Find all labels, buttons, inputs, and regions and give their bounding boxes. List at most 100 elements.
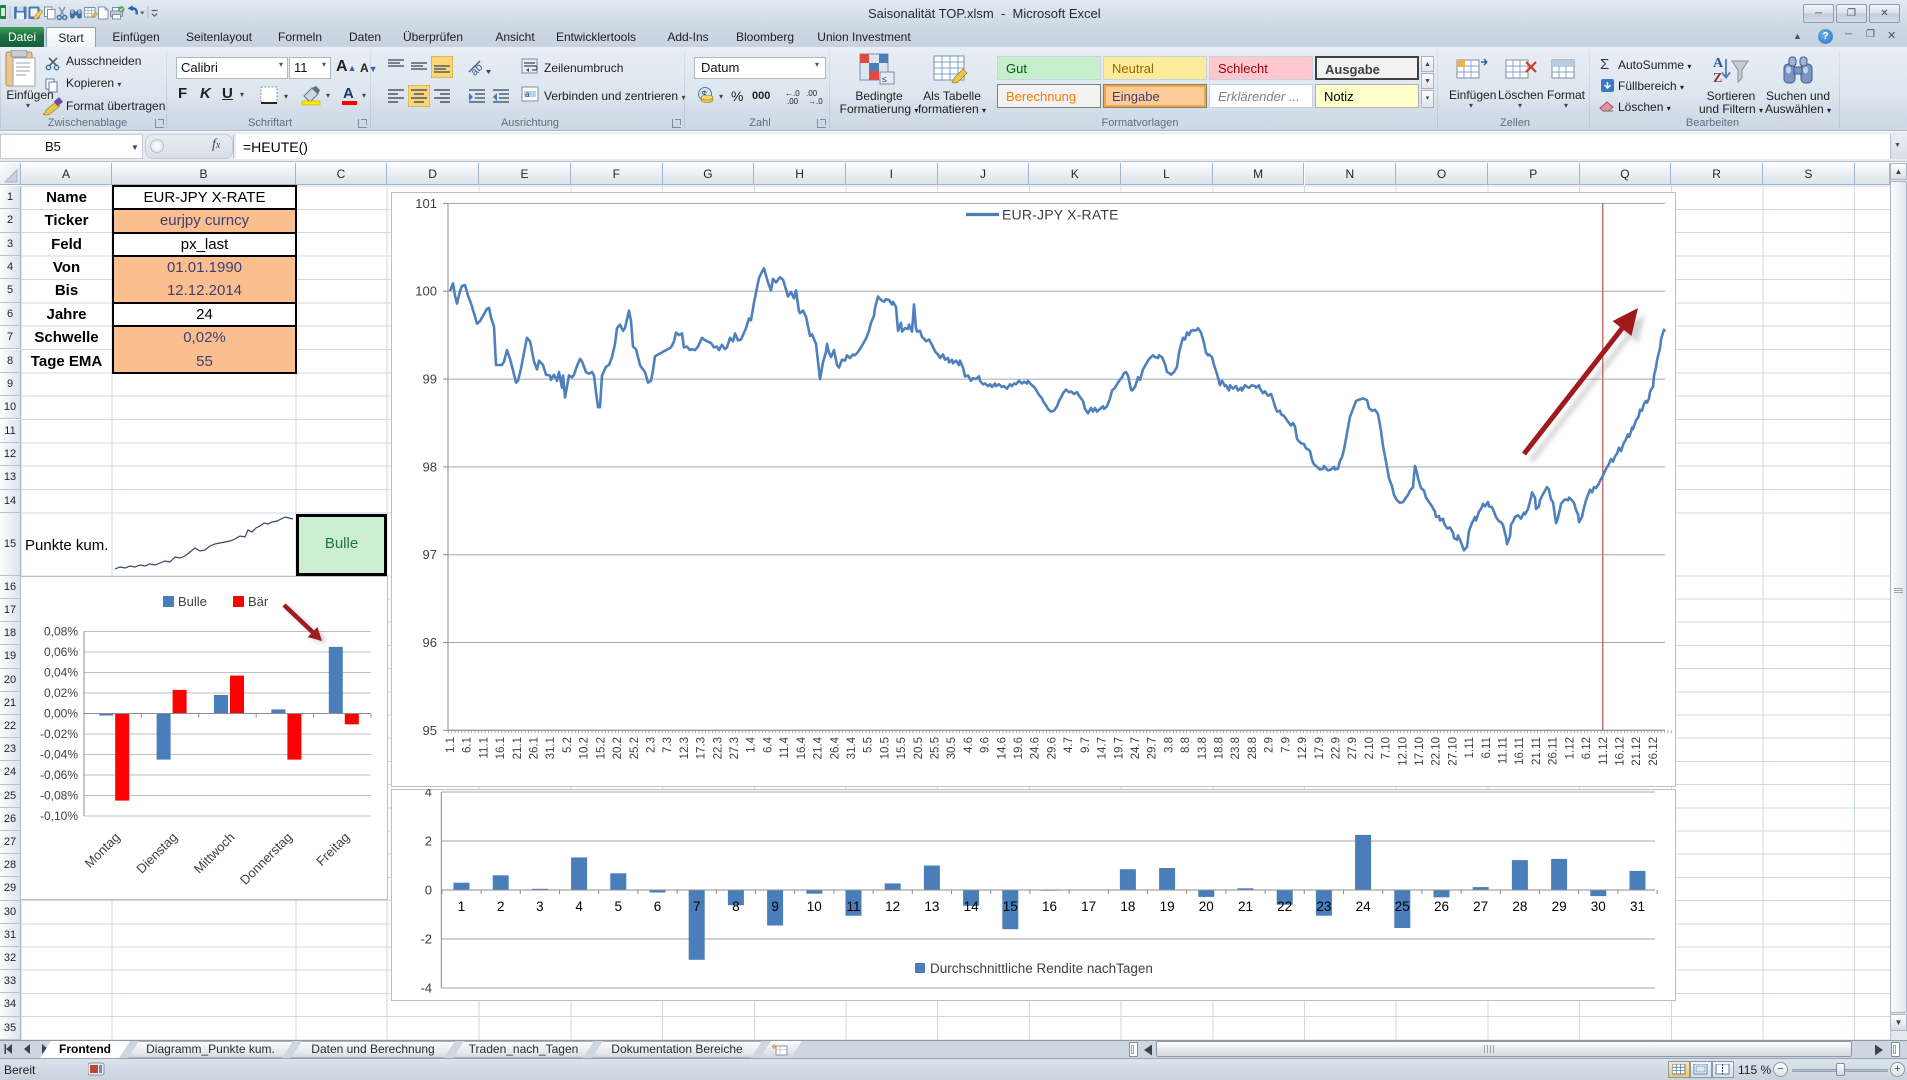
svg-text:14.7: 14.7 bbox=[1097, 737, 1109, 759]
svg-text:17.3: 17.3 bbox=[696, 737, 708, 759]
svg-text:21.1: 21.1 bbox=[512, 737, 524, 759]
svg-text:9: 9 bbox=[771, 899, 779, 914]
svg-text:0,04%: 0,04% bbox=[44, 666, 78, 680]
svg-text:16.1: 16.1 bbox=[495, 737, 507, 759]
svg-text:21.4: 21.4 bbox=[813, 736, 825, 759]
svg-text:27.3: 27.3 bbox=[729, 737, 741, 759]
svg-text:Freitag: Freitag bbox=[313, 830, 352, 869]
svg-text:26.4: 26.4 bbox=[829, 736, 841, 759]
svg-text:1.11: 1.11 bbox=[1464, 737, 1476, 759]
svg-text:12.3: 12.3 bbox=[679, 737, 691, 759]
svg-text:0,06%: 0,06% bbox=[44, 645, 78, 659]
svg-text:24: 24 bbox=[1356, 899, 1372, 914]
svg-text:-0,08%: -0,08% bbox=[40, 789, 78, 803]
svg-text:7.10: 7.10 bbox=[1381, 737, 1393, 759]
svg-text:10.5: 10.5 bbox=[879, 737, 891, 759]
svg-text:-0,06%: -0,06% bbox=[40, 768, 78, 782]
svg-text:21.11: 21.11 bbox=[1531, 737, 1543, 765]
svg-text:9.6: 9.6 bbox=[980, 737, 992, 753]
svg-text:96: 96 bbox=[423, 635, 437, 650]
svg-text:12.10: 12.10 bbox=[1397, 737, 1409, 766]
svg-text:Bär: Bär bbox=[248, 594, 269, 609]
svg-text:15.5: 15.5 bbox=[896, 737, 908, 759]
svg-text:EUR-JPY X-RATE: EUR-JPY X-RATE bbox=[1002, 207, 1119, 223]
svg-text:31.1: 31.1 bbox=[545, 737, 557, 759]
svg-text:99: 99 bbox=[423, 372, 437, 387]
svg-text:12.9: 12.9 bbox=[1297, 737, 1309, 759]
svg-text:13.8: 13.8 bbox=[1197, 737, 1209, 759]
svg-text:Mittwoch: Mittwoch bbox=[191, 830, 238, 877]
svg-text:11.4: 11.4 bbox=[779, 736, 791, 758]
svg-text:95: 95 bbox=[423, 723, 437, 738]
svg-text:Bulle: Bulle bbox=[178, 594, 207, 609]
svg-text:31: 31 bbox=[1630, 899, 1645, 914]
svg-text:19.7: 19.7 bbox=[1113, 737, 1125, 759]
svg-text:22: 22 bbox=[1277, 899, 1292, 914]
svg-text:31.4: 31.4 bbox=[846, 736, 858, 759]
svg-text:16.12: 16.12 bbox=[1615, 737, 1627, 766]
svg-text:29: 29 bbox=[1552, 899, 1567, 914]
svg-text:98: 98 bbox=[423, 459, 437, 474]
svg-text:6.12: 6.12 bbox=[1581, 737, 1593, 759]
svg-text:21: 21 bbox=[1238, 899, 1253, 914]
svg-text:0,02%: 0,02% bbox=[44, 686, 78, 700]
svg-text:29.7: 29.7 bbox=[1147, 737, 1159, 759]
svg-text:20: 20 bbox=[1199, 899, 1214, 914]
svg-text:-2: -2 bbox=[420, 932, 432, 947]
svg-text:30.5: 30.5 bbox=[946, 737, 958, 759]
svg-text:3: 3 bbox=[536, 899, 544, 914]
svg-text:97: 97 bbox=[423, 547, 437, 562]
svg-text:26.1: 26.1 bbox=[529, 737, 541, 759]
svg-text:100: 100 bbox=[415, 284, 437, 299]
svg-text:24.7: 24.7 bbox=[1130, 737, 1142, 759]
svg-text:15.2: 15.2 bbox=[595, 737, 607, 759]
svg-text:21.12: 21.12 bbox=[1631, 737, 1643, 766]
svg-text:26: 26 bbox=[1434, 899, 1449, 914]
svg-text:4: 4 bbox=[425, 789, 432, 800]
svg-text:5.5: 5.5 bbox=[863, 737, 875, 753]
svg-text:22.3: 22.3 bbox=[712, 737, 724, 759]
svg-text:30: 30 bbox=[1591, 899, 1606, 914]
svg-text:2.9: 2.9 bbox=[1264, 737, 1276, 753]
svg-text:0,08%: 0,08% bbox=[44, 625, 78, 639]
svg-text:4: 4 bbox=[575, 899, 583, 914]
svg-text:-0,02%: -0,02% bbox=[40, 727, 78, 741]
svg-text:27.9: 27.9 bbox=[1347, 737, 1359, 759]
svg-text:2: 2 bbox=[425, 834, 432, 849]
svg-text:19: 19 bbox=[1160, 899, 1175, 914]
svg-text:27.10: 27.10 bbox=[1447, 737, 1459, 766]
svg-text:1.4: 1.4 bbox=[746, 736, 758, 753]
svg-text:Durchschnittliche Rendite nach: Durchschnittliche Rendite nachTagen bbox=[930, 961, 1153, 976]
svg-text:25.2: 25.2 bbox=[629, 737, 641, 759]
svg-text:23: 23 bbox=[1316, 899, 1331, 914]
svg-text:Donnerstag: Donnerstag bbox=[237, 830, 295, 888]
svg-text:1.1: 1.1 bbox=[445, 737, 457, 753]
svg-text:Montag: Montag bbox=[82, 830, 123, 871]
svg-text:22.9: 22.9 bbox=[1331, 737, 1343, 759]
svg-text:5.2: 5.2 bbox=[562, 737, 574, 753]
svg-text:8.8: 8.8 bbox=[1180, 737, 1192, 753]
svg-text:1.12: 1.12 bbox=[1564, 737, 1576, 759]
svg-text:20.5: 20.5 bbox=[913, 737, 925, 759]
svg-text:6: 6 bbox=[654, 899, 662, 914]
svg-text:12: 12 bbox=[885, 899, 900, 914]
svg-text:7.3: 7.3 bbox=[662, 737, 674, 753]
svg-text:10: 10 bbox=[807, 899, 822, 914]
svg-text:11: 11 bbox=[846, 899, 860, 914]
svg-text:-0,04%: -0,04% bbox=[40, 748, 78, 762]
svg-text:25: 25 bbox=[1395, 899, 1410, 914]
svg-text:9.7: 9.7 bbox=[1080, 737, 1092, 753]
svg-text:11.11: 11.11 bbox=[1498, 737, 1510, 764]
svg-text:-4: -4 bbox=[420, 981, 432, 996]
svg-text:11.12: 11.12 bbox=[1598, 737, 1610, 765]
svg-text:7: 7 bbox=[693, 899, 701, 914]
svg-text:26.11: 26.11 bbox=[1548, 737, 1560, 765]
svg-text:18: 18 bbox=[1120, 899, 1135, 914]
svg-text:17.10: 17.10 bbox=[1414, 737, 1426, 766]
svg-text:0,00%: 0,00% bbox=[44, 707, 78, 721]
svg-text:19.6: 19.6 bbox=[1013, 737, 1025, 759]
svg-text:7.9: 7.9 bbox=[1280, 737, 1292, 753]
svg-text:14.6: 14.6 bbox=[996, 737, 1008, 759]
svg-text:6.11: 6.11 bbox=[1481, 737, 1493, 759]
svg-text:1: 1 bbox=[458, 899, 466, 914]
